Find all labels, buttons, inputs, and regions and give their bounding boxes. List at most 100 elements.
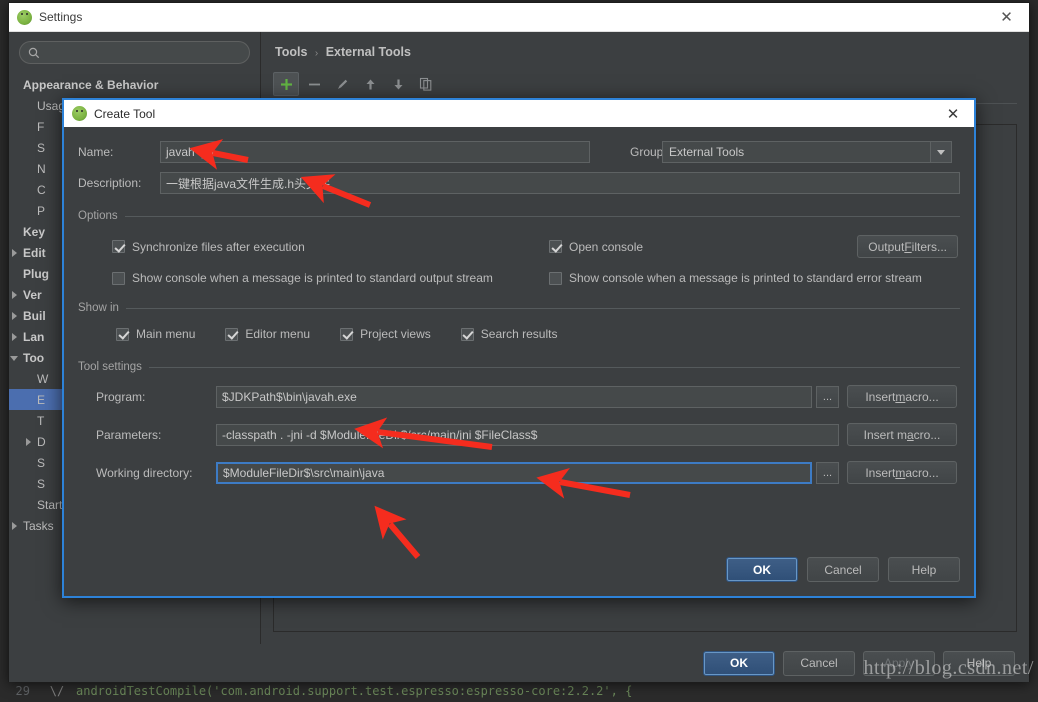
create-tool-dialog: Create Tool ✕ Name: javah -jni Group: Ex… (62, 98, 976, 598)
description-input[interactable]: 一键根据java文件生成.h头文件 (160, 172, 960, 194)
workdir-insert-macro-button[interactable]: Insert m acro... (847, 461, 957, 484)
breadcrumb-leaf: External Tools (325, 45, 411, 59)
dialog-title: Create Tool (94, 106, 156, 121)
name-label: Name: (78, 145, 114, 159)
output-filters-pre: Output (868, 239, 905, 254)
group-combobox[interactable]: External Tools (662, 141, 952, 163)
sync-files-checkbox[interactable]: Synchronize files after execution (112, 240, 549, 254)
editor-code-line: 29 \/ androidTestCompile('com.android.supp… (0, 680, 1038, 702)
chevron-right-icon[interactable] (9, 289, 21, 301)
program-label: Program: (96, 389, 146, 404)
settings-titlebar: Settings ✕ (9, 3, 1029, 32)
checkbox-icon (112, 240, 125, 253)
show-in-label: Search results (480, 327, 558, 341)
show-in-checkbox[interactable]: Search results (460, 327, 558, 341)
sidebar-item-label: T (37, 413, 45, 428)
open-console-checkbox[interactable]: Open console (549, 240, 643, 254)
show-in-checkbox[interactable]: Project views (340, 327, 431, 341)
close-icon[interactable]: ✕ (984, 3, 1029, 32)
remove-tool-button[interactable] (301, 72, 327, 96)
show-in-options: Main menu Editor menu Project views Search … (78, 327, 960, 341)
tool-settings-group-title: Tool settings (78, 361, 960, 373)
open-console-label: Open console (569, 239, 644, 254)
dialog-help-button[interactable]: Help (888, 557, 960, 582)
checkbox-icon (460, 327, 474, 341)
edit-tool-button[interactable] (329, 72, 355, 96)
chevron-down-icon[interactable] (9, 352, 21, 364)
search-box[interactable] (19, 41, 250, 64)
search-input[interactable] (45, 45, 241, 60)
output-filters-post: ilters... (911, 239, 947, 254)
sidebar-item-label: Buil (23, 308, 46, 323)
watermark: http://blog.csdn.net/ (863, 657, 1034, 679)
show-console-stderr-checkbox[interactable]: Show console when a message is printed t… (549, 271, 922, 285)
show-in-title-text: Show in (78, 302, 119, 314)
program-input[interactable]: $JDKPath$\bin\javah.exe (216, 385, 812, 408)
parameters-input[interactable]: -classpath . -jni -d $ModuleFileDir$/src… (216, 423, 839, 446)
chevron-right-icon[interactable] (9, 247, 21, 259)
parameters-insert-macro-button[interactable]: Insert m a cro... (847, 423, 957, 446)
plus-icon (280, 78, 292, 90)
sidebar-item-label: F (37, 119, 45, 134)
show-console-stdout-checkbox[interactable]: Show console when a message is printed t… (112, 271, 549, 285)
dialog-cancel-button[interactable]: Cancel (807, 557, 879, 582)
minus-icon (308, 83, 320, 85)
close-icon[interactable]: ✕ (932, 100, 974, 127)
group-divider (148, 366, 960, 368)
pencil-icon (337, 79, 347, 89)
sync-files-label: Synchronize files after execution (132, 239, 305, 254)
show-console-stderr-label: Show console when a message is printed t… (569, 271, 922, 285)
chevron-right-icon[interactable] (9, 310, 21, 322)
program-insert-macro-button[interactable]: Insert m acro... (847, 385, 957, 408)
chevron-down-icon[interactable] (930, 142, 951, 162)
settings-ok-button[interactable]: OK (703, 650, 775, 676)
output-filters-button[interactable]: Output Filters... (857, 235, 958, 258)
sidebar-item-label: S (37, 140, 46, 155)
sidebar-item-label: Plug (23, 266, 49, 281)
settings-cancel-button[interactable]: Cancel (783, 650, 855, 676)
chevron-right-icon[interactable] (9, 520, 21, 532)
dialog-ok-button[interactable]: OK (726, 557, 798, 582)
working-directory-label: Working directory: (96, 465, 193, 480)
move-down-button[interactable] (385, 72, 411, 96)
show-in-checkbox[interactable]: Editor menu (225, 327, 310, 341)
editor-line-number: 29 (15, 684, 30, 698)
chevron-right-icon[interactable] (23, 436, 35, 448)
insert-macro-mnemonic: m (895, 389, 906, 404)
show-console-stdout-label: Show console when a message is printed t… (132, 271, 493, 285)
working-directory-browse-button[interactable]: ... (816, 461, 839, 484)
group-value: External Tools (669, 145, 745, 159)
android-studio-icon (72, 106, 87, 121)
working-directory-input[interactable]: $ModuleFileDir$\src\main\java (216, 461, 812, 484)
sidebar-item[interactable]: Appearance & Behavior (9, 74, 260, 95)
add-tool-button[interactable] (273, 72, 299, 96)
chevron-right-icon[interactable] (9, 331, 21, 343)
sidebar-item-label: Ver (23, 287, 42, 302)
group-divider (125, 307, 960, 309)
name-input[interactable]: javah -jni (160, 141, 590, 163)
insert-macro-mnemonic: a (906, 427, 914, 442)
parameters-label: Parameters: (96, 427, 162, 442)
dialog-titlebar: Create Tool ✕ (64, 100, 974, 127)
move-up-button[interactable] (357, 72, 383, 96)
copy-tool-button[interactable] (413, 72, 439, 96)
checkbox-icon (549, 240, 562, 253)
search-icon (28, 47, 40, 58)
breadcrumb-root[interactable]: Tools (275, 45, 307, 59)
show-in-checkbox[interactable]: Main menu (116, 327, 195, 341)
options-title-text: Options (78, 210, 118, 222)
insert-macro-pre: Insert (865, 389, 896, 404)
show-in-label: Project views (360, 327, 431, 341)
sidebar-item-label: N (37, 161, 46, 176)
settings-title: Settings (39, 10, 83, 24)
program-browse-button[interactable]: ... (816, 385, 839, 408)
editor-line-text: androidTestCompile('com.android.support.… (76, 684, 633, 698)
screen-root: 29 \/ androidTestCompile('com.android.supp… (0, 0, 1038, 702)
sidebar-item-label: D (37, 434, 46, 449)
